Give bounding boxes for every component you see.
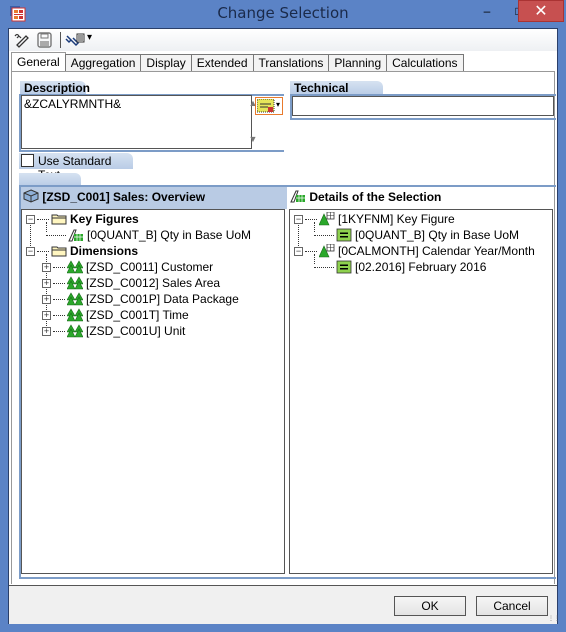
selection-details-tree[interactable]: − [1KYFNM] Key Figure [0QUANT_B] Qty in … bbox=[289, 209, 553, 574]
title-bar[interactable]: Change Selection ‒ □ ✕ bbox=[0, 0, 566, 28]
characteristic-icon bbox=[319, 212, 335, 226]
tab-extended[interactable]: Extended bbox=[190, 54, 254, 72]
variable-select-button[interactable]: ▾ bbox=[255, 97, 283, 115]
tree-node-data-package[interactable]: + [ZSD_C001P] Data Package bbox=[42, 291, 239, 307]
scroll-down-icon[interactable]: ▼ bbox=[246, 134, 260, 144]
tools-icon[interactable] bbox=[65, 32, 87, 48]
close-button[interactable]: ✕ bbox=[518, 0, 564, 22]
tab-strip: General Aggregation Display Extended Tra… bbox=[11, 52, 464, 72]
folder-icon bbox=[51, 214, 67, 225]
expand-icon[interactable]: + bbox=[42, 278, 51, 288]
tree-node-unit[interactable]: + [ZSD_C001U] Unit bbox=[42, 323, 185, 339]
collapse-icon[interactable]: − bbox=[26, 214, 35, 224]
save-icon[interactable] bbox=[36, 32, 54, 48]
key-figure-icon bbox=[68, 229, 83, 242]
infoprovider-tree[interactable]: − Key Figures [0QUANT_B] Qty in Base UoM… bbox=[21, 209, 285, 574]
dialog-client: ▾ General Aggregation Display Extended T… bbox=[8, 28, 560, 624]
toolbar-separator bbox=[60, 32, 61, 48]
dimension-icon bbox=[67, 260, 83, 274]
general-tab-panel: Description &ZCALYRMNTH& ▲ ▼ ▾ Technical… bbox=[11, 71, 556, 584]
tree-node-0quant-b[interactable]: [0QUANT_B] Qty in Base UoM bbox=[46, 227, 251, 243]
description-textarea[interactable]: &ZCALYRMNTH& ▲ ▼ bbox=[21, 95, 257, 149]
collapse-icon[interactable]: − bbox=[294, 246, 303, 256]
tree-node-0calmonth[interactable]: − [0CALMONTH] Calendar Year/Month bbox=[294, 243, 535, 259]
tab-display[interactable]: Display bbox=[140, 54, 192, 72]
dimension-icon bbox=[67, 308, 83, 322]
dimension-icon bbox=[67, 276, 83, 290]
tree-node-selected-0quant-b[interactable]: [0QUANT_B] Qty in Base UoM bbox=[314, 227, 519, 243]
description-value: &ZCALYRMNTH& bbox=[24, 97, 122, 111]
variable-dropdown-icon[interactable]: ▾ bbox=[276, 100, 280, 109]
expand-icon[interactable]: + bbox=[42, 262, 51, 272]
tree-node-time[interactable]: + [ZSD_C001T] Time bbox=[42, 307, 189, 323]
tab-aggregation[interactable]: Aggregation bbox=[64, 54, 142, 72]
key-figure-icon bbox=[290, 190, 305, 203]
tab-planning[interactable]: Planning bbox=[328, 54, 388, 72]
edit-icon[interactable] bbox=[13, 32, 31, 48]
tab-translations[interactable]: Translations bbox=[252, 54, 330, 72]
tree-node-sales-area[interactable]: + [ZSD_C0012] Sales Area bbox=[42, 275, 220, 291]
dimension-icon bbox=[67, 324, 83, 338]
collapse-icon[interactable]: − bbox=[26, 246, 35, 256]
expand-icon[interactable]: + bbox=[42, 326, 51, 336]
cancel-button[interactable]: Cancel bbox=[476, 596, 548, 616]
tree-node-customer[interactable]: + [ZSD_C0011] Customer bbox=[42, 259, 213, 275]
use-standard-text-checkbox[interactable]: Use Standard Text bbox=[19, 153, 133, 182]
folder-icon bbox=[51, 246, 67, 257]
tab-general[interactable]: General bbox=[11, 52, 66, 72]
selection-details-title: Details of the Selection bbox=[309, 190, 442, 204]
checkbox-box[interactable] bbox=[21, 154, 34, 167]
minimize-button[interactable]: ‒ bbox=[474, 4, 500, 26]
toolbar: ▾ bbox=[9, 29, 557, 51]
equals-icon bbox=[336, 260, 352, 274]
resize-grip-icon[interactable]: ⋮⋮ bbox=[548, 615, 560, 623]
variable-icon bbox=[257, 99, 275, 113]
selection-details-header: Details of the Selection bbox=[288, 187, 554, 209]
description-label: Description bbox=[20, 81, 90, 95]
collapse-icon[interactable]: − bbox=[294, 214, 303, 224]
dialog-footer: OK Cancel ⋮⋮ bbox=[9, 585, 560, 624]
dimension-icon bbox=[67, 292, 83, 306]
tools-dropdown-arrow-icon[interactable]: ▾ bbox=[87, 32, 92, 43]
technical-name-input[interactable] bbox=[292, 96, 554, 116]
infoprovider-title: [ZSD_C001] Sales: Overview bbox=[42, 190, 206, 204]
tree-node-dimensions[interactable]: − Dimensions bbox=[26, 243, 138, 259]
tree-node-key-figures[interactable]: − Key Figures bbox=[26, 211, 139, 227]
expand-icon[interactable]: + bbox=[42, 310, 51, 320]
tree-node-feb-2016[interactable]: [02.2016] February 2016 bbox=[314, 259, 486, 275]
infoprovider-header: [ZSD_C001] Sales: Overview bbox=[21, 187, 287, 209]
tab-calculations[interactable]: Calculations bbox=[386, 54, 464, 72]
equals-icon bbox=[336, 228, 352, 242]
technical-name-label: Technical Name bbox=[290, 81, 383, 109]
tree-node-1kyfnm[interactable]: − [1KYFNM] Key Figure bbox=[294, 211, 455, 227]
infocube-icon bbox=[23, 189, 39, 203]
characteristic-icon bbox=[319, 244, 335, 258]
expand-icon[interactable]: + bbox=[42, 294, 51, 304]
ok-button[interactable]: OK bbox=[394, 596, 466, 616]
